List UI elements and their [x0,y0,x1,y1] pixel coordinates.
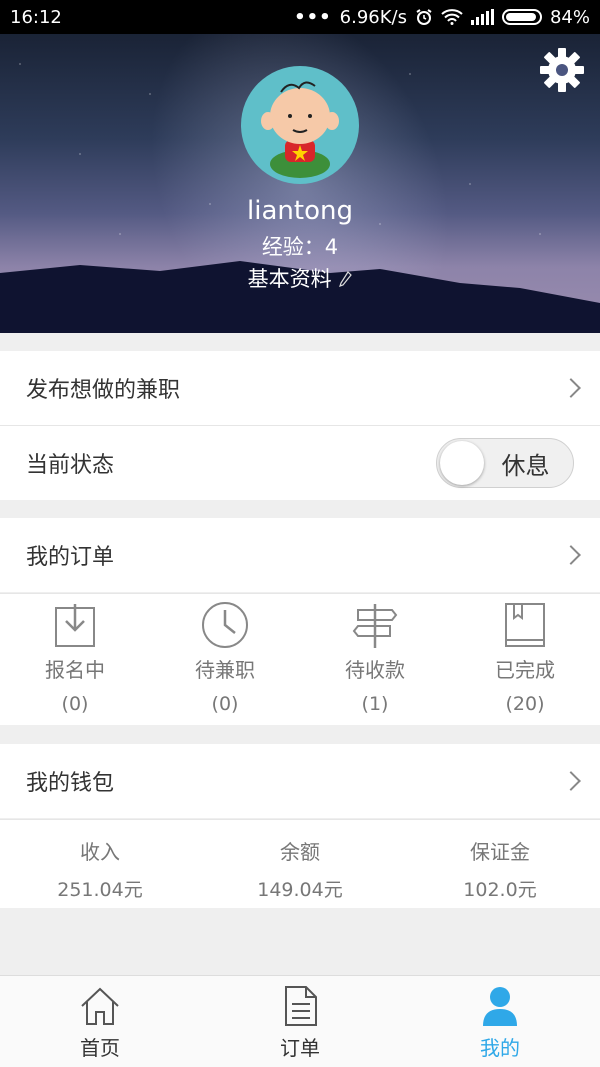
order-count: (20) [505,693,545,715]
battery-icon [501,9,542,25]
user-icon [483,987,517,1026]
orders-grid: 报名中 (0) 待兼职 (0) 待收款 (1) 已完成 (20) [0,594,600,725]
pencil-icon [339,271,353,287]
experience-level: 经验：4 [261,235,339,259]
clock: 16:12 [10,6,62,28]
order-item-pending-work[interactable]: 待兼职 (0) [150,594,300,725]
toggle-knob [440,441,484,485]
username: liantong [247,196,353,226]
current-status-label: 当前状态 [26,453,115,478]
order-label: 已完成 [495,658,555,682]
edit-profile-link[interactable]: 基本资料 [0,263,600,293]
profile-header: liantong 经验：4 基本资料 [0,34,600,333]
book-icon [505,603,545,647]
network-speed: 6.96K/s [339,6,407,28]
order-label: 报名中 [45,658,105,682]
wallet-balance[interactable]: 余额 149.04元 [200,820,400,908]
nav-tab-orders[interactable]: 订单 [200,976,400,1067]
my-wallet-row[interactable]: 我的钱包 [0,744,600,818]
status-toggle-label: 休息 [501,451,550,480]
wallet-label: 保证金 [470,840,530,864]
order-item-completed[interactable]: 已完成 (20) [450,594,600,725]
wallet-value: 149.04元 [257,879,343,901]
wallet-value: 102.0元 [463,879,537,901]
cartoon-avatar-image [261,81,339,178]
post-job-row[interactable]: 发布想做的兼职 [0,351,600,425]
nav-label: 首页 [80,1036,120,1060]
clock-icon [202,602,248,648]
bottom-navigation: 首页 订单 我的 [0,975,600,1067]
more-notifications-icon: ••• [294,6,332,28]
order-count: (0) [61,693,89,715]
download-box-icon [55,604,95,647]
wallet-summary: 收入 251.04元 余额 149.04元 保证金 102.0元 [0,820,600,908]
order-label: 待收款 [345,658,405,682]
battery-percent: 84% [549,6,590,28]
post-job-label: 发布想做的兼职 [26,378,181,403]
document-icon [285,986,317,1026]
edit-profile-label: 基本资料 [247,267,332,291]
status-toggle[interactable]: 休息 [436,438,574,488]
my-wallet-label: 我的钱包 [26,771,115,796]
nav-tab-home[interactable]: 首页 [0,976,200,1067]
order-count: (0) [211,693,239,715]
wallet-deposit[interactable]: 保证金 102.0元 [400,820,600,908]
chevron-right-icon [561,378,581,398]
wallet-income[interactable]: 收入 251.04元 [0,820,200,908]
order-count: (1) [361,693,389,715]
signal-icon [470,9,494,25]
home-icon [81,987,119,1025]
wallet-value: 251.04元 [57,879,143,901]
nav-tab-mine[interactable]: 我的 [400,976,600,1067]
avatar[interactable] [241,66,359,184]
order-item-pending-payment[interactable]: 待收款 (1) [300,594,450,725]
my-orders-label: 我的订单 [26,545,115,570]
nav-label: 订单 [280,1036,320,1060]
signpost-icon [352,604,398,648]
alarm-icon [416,9,432,25]
settings-gear-icon[interactable] [538,46,586,94]
wifi-icon [441,9,463,25]
order-label: 待兼职 [195,658,255,682]
my-orders-row[interactable]: 我的订单 [0,518,600,592]
status-bar: 16:12 ••• 6.96K/s 84% [0,0,600,34]
order-item-signing-up[interactable]: 报名中 (0) [0,594,150,725]
wallet-label: 收入 [80,840,120,864]
chevron-right-icon [561,545,581,565]
chevron-right-icon [561,771,581,791]
nav-label: 我的 [480,1036,520,1060]
wallet-label: 余额 [280,840,320,864]
current-status-row: 当前状态 休息 [0,426,600,500]
